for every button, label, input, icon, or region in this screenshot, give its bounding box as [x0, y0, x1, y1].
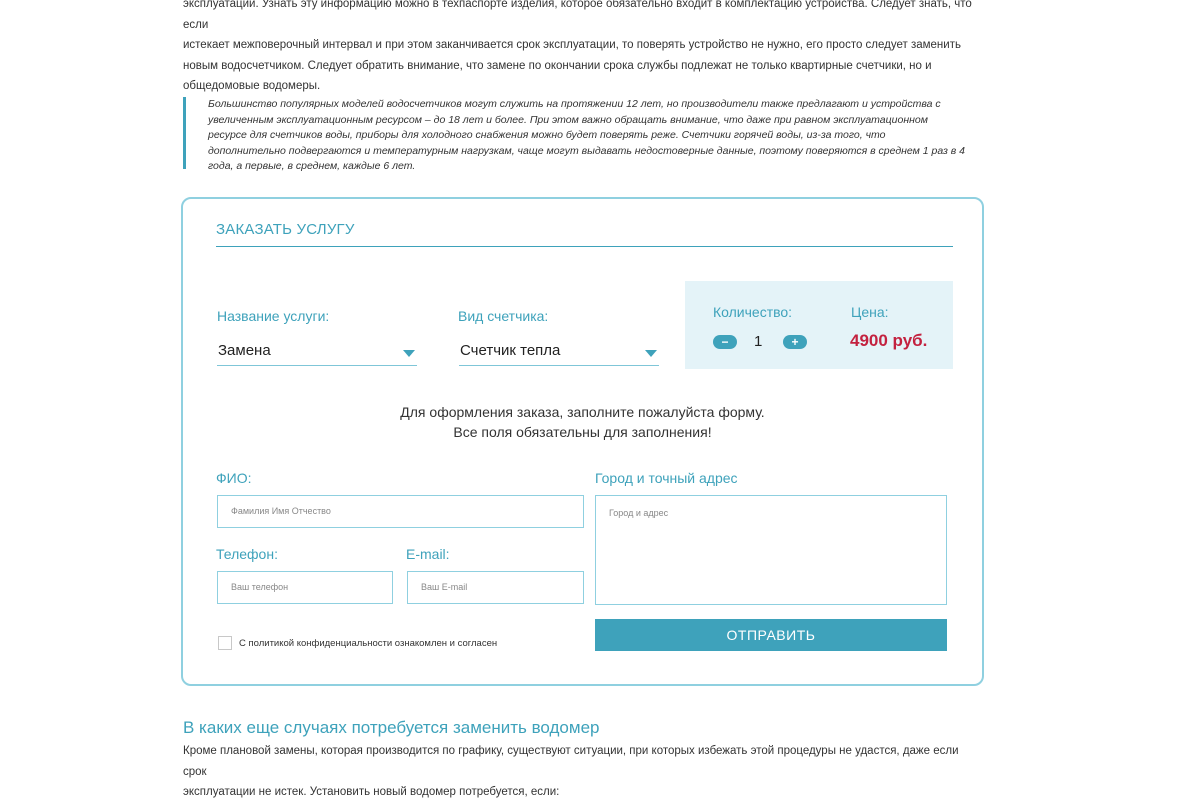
- order-form-card: ЗАКАЗАТЬ УСЛУГУ Название услуги: Замена …: [181, 197, 984, 686]
- phone-label: Телефон:: [216, 546, 278, 562]
- form-notice: Для оформления заказа, заполните пожалуй…: [183, 402, 982, 442]
- intro-line: новым водосчетчиком. Следует обратить вн…: [183, 59, 932, 72]
- chevron-down-icon: [403, 350, 415, 357]
- order-form-title: ЗАКАЗАТЬ УСЛУГУ: [216, 221, 355, 238]
- price-value: 4900 руб.: [850, 331, 928, 350]
- increment-button[interactable]: +: [783, 335, 807, 349]
- phone-input[interactable]: Ваш телефон: [217, 571, 393, 604]
- quantity-value: 1: [754, 333, 763, 350]
- submit-button[interactable]: ОТПРАВИТЬ: [595, 619, 947, 651]
- intro-line: истекает межповерочный интервал и при эт…: [183, 39, 961, 51]
- quote-line: ресурсе для счетчиков воды, приборы для …: [208, 129, 886, 141]
- notice-line: Для оформления заказа, заполните пожалуй…: [400, 404, 765, 420]
- notice-line: Все поля обязательны для заполнения!: [453, 424, 712, 440]
- title-divider: [216, 246, 953, 247]
- meter-type-select-value: Счетчик тепла: [460, 342, 561, 359]
- quote-line: Большинство популярных моделей водосчетч…: [208, 98, 941, 110]
- decrement-button[interactable]: −: [713, 335, 737, 349]
- quote-line: увеличенным эксплуатационным ресурсом – …: [208, 113, 928, 126]
- fio-label: ФИО:: [216, 470, 252, 486]
- address-textarea[interactable]: Город и адрес: [595, 495, 947, 605]
- email-input[interactable]: Ваш E-mail: [407, 571, 584, 604]
- consent-checkbox[interactable]: [218, 636, 232, 650]
- consent-label: С политикой конфиденциальности ознакомле…: [239, 638, 498, 649]
- price-label: Цена:: [851, 304, 889, 320]
- blockquote: Большинство популярных моделей водосчетч…: [183, 97, 983, 172]
- service-select[interactable]: Замена: [217, 338, 417, 366]
- service-select-value: Замена: [218, 342, 271, 359]
- quantity-price-panel: Количество: − 1 + Цена: 4900 руб.: [685, 281, 953, 369]
- meter-type-select[interactable]: Счетчик тепла: [459, 338, 659, 366]
- email-label: E-mail:: [406, 546, 450, 562]
- meter-type-label: Вид счетчика:: [458, 308, 549, 324]
- intro-paragraph: эксплуатации. Узнать эту информацию можн…: [183, 0, 983, 97]
- quote-line: дополнительно подвергаются и температурн…: [208, 144, 965, 157]
- outro-line: эксплуатации не истек. Установить новый …: [183, 786, 560, 798]
- quote-line: года, а первые, в среднем, каждые 6 лет.: [208, 160, 416, 172]
- chevron-down-icon: [645, 350, 657, 357]
- section-heading: В каких еще случаях потребуется заменить…: [183, 718, 600, 737]
- outro-paragraph: Кроме плановой замены, которая производи…: [183, 741, 983, 803]
- intro-line: эксплуатации. Узнать эту информацию можн…: [183, 0, 972, 31]
- service-label: Название услуги:: [217, 308, 330, 324]
- outro-line: Кроме плановой замены, которая производи…: [183, 745, 959, 778]
- fio-input[interactable]: Фамилия Имя Отчество: [217, 495, 584, 528]
- intro-line: общедомовые водомеры.: [183, 80, 321, 92]
- quantity-label: Количество:: [713, 304, 793, 320]
- address-label: Город и точный адрес: [595, 470, 738, 486]
